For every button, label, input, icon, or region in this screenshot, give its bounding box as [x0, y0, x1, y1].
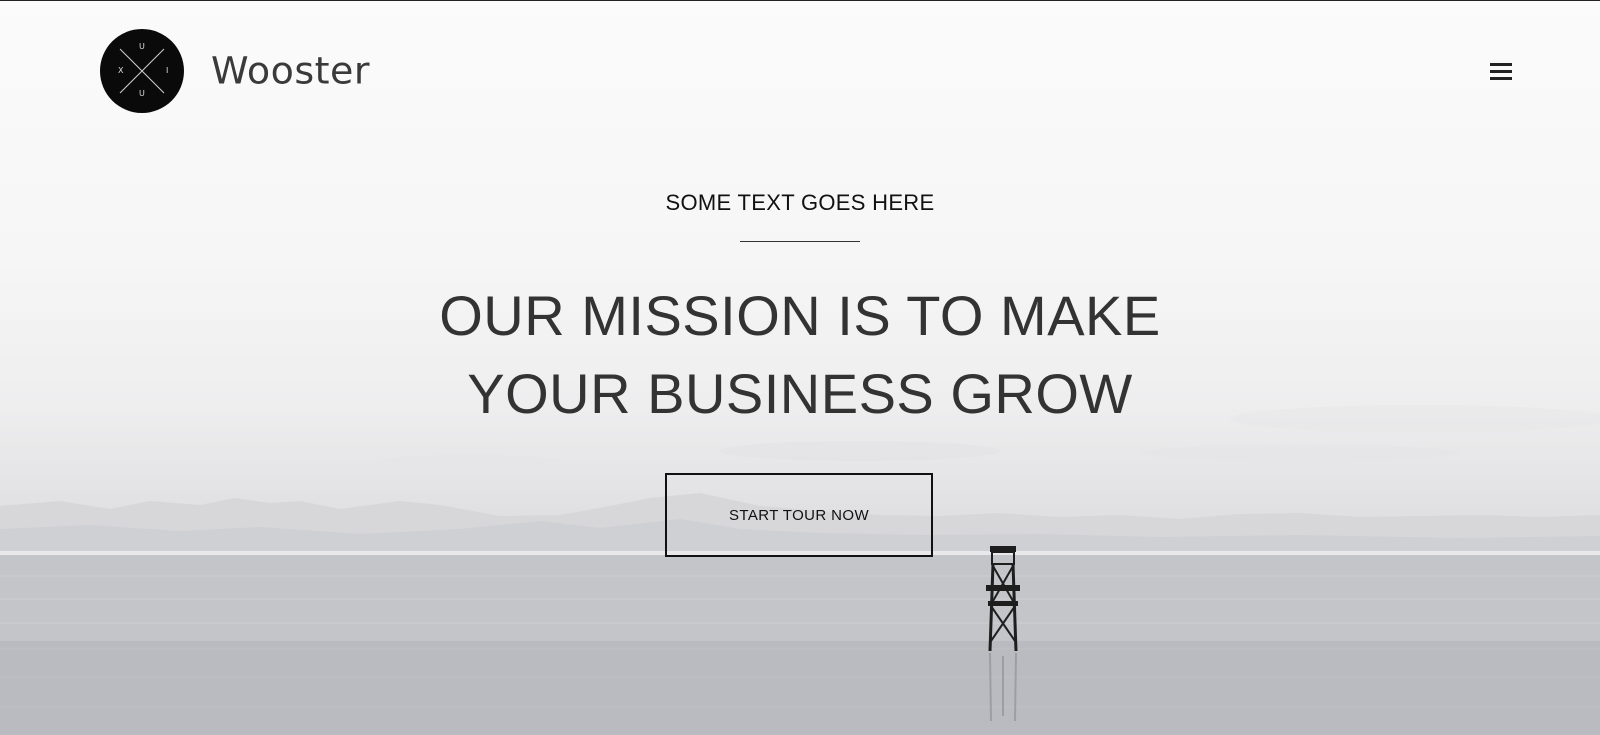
menu-bar-line	[1490, 77, 1512, 80]
cloud-shape	[1140, 444, 1460, 462]
logo-letter-top: U	[139, 42, 145, 51]
brand-name[interactable]: Wooster	[211, 49, 370, 92]
start-tour-button[interactable]: START TOUR NOW	[665, 473, 933, 557]
cloud-shape	[380, 455, 560, 467]
logo-letter-right: I	[166, 66, 169, 75]
logo-letter-left: X	[118, 66, 124, 75]
hero-headline: OUR MISSION IS TO MAKE YOUR BUSINESS GRO…	[0, 277, 1600, 433]
headline-line-1: OUR MISSION IS TO MAKE	[439, 284, 1161, 347]
menu-bar-line	[1490, 63, 1512, 66]
cloud-shape	[720, 441, 1000, 461]
logo-badge[interactable]: U X I U	[100, 29, 184, 113]
hero-section: U X I U Wooster SOME TEXT GOES HERE OUR …	[0, 0, 1600, 735]
logo-letter-bottom: U	[139, 89, 145, 98]
eyebrow-divider	[740, 241, 860, 242]
hamburger-menu-icon[interactable]	[1490, 63, 1514, 85]
menu-bar-line	[1490, 70, 1512, 73]
hero-eyebrow-text: SOME TEXT GOES HERE	[665, 190, 935, 215]
water-shade	[0, 641, 1600, 735]
headline-line-2: YOUR BUSINESS GROW	[467, 362, 1133, 425]
